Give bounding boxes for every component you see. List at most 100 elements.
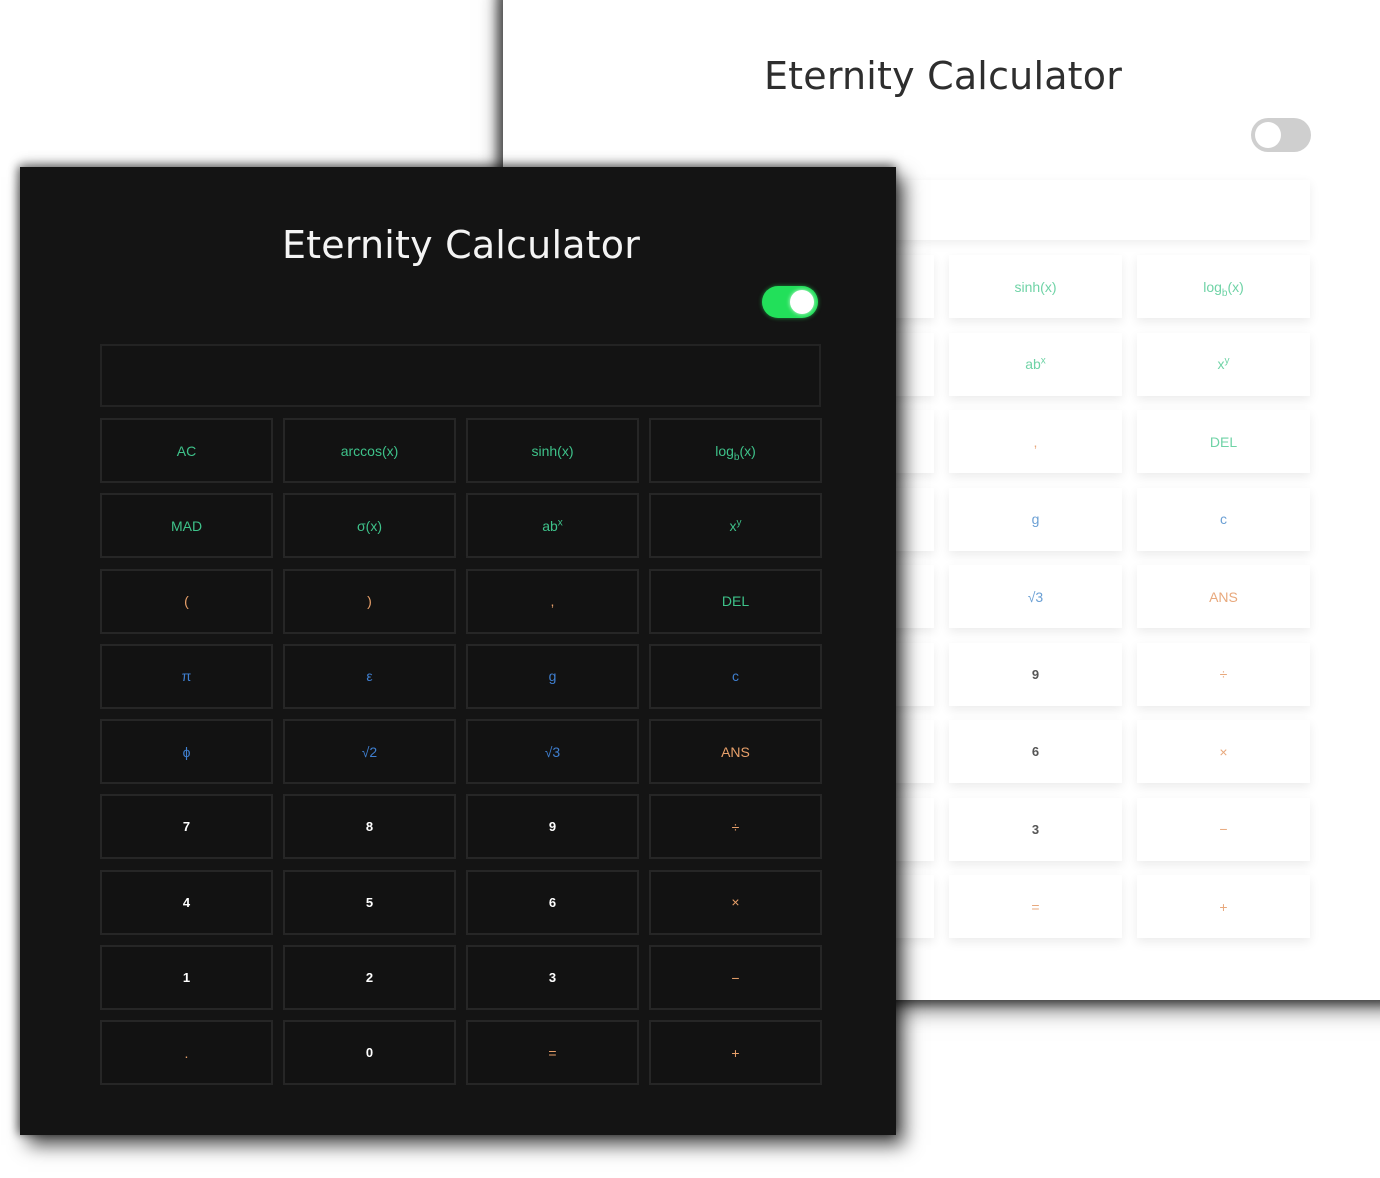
button-label: AC bbox=[176, 442, 197, 459]
close-paren-button[interactable]: ) bbox=[283, 568, 456, 634]
sqrt3-button[interactable]: √3 bbox=[466, 719, 639, 785]
label-base: log bbox=[1203, 278, 1222, 295]
button-label: σ(x) bbox=[357, 517, 382, 534]
button-label: c bbox=[732, 668, 739, 685]
label-superscript: y bbox=[1224, 355, 1230, 367]
button-label: ANS bbox=[1209, 588, 1238, 605]
button-label: , bbox=[550, 593, 555, 610]
minus-button[interactable]: − bbox=[649, 945, 822, 1011]
5-button[interactable]: 5 bbox=[283, 869, 456, 935]
ans-button[interactable]: ANS bbox=[649, 719, 822, 785]
dark-theme-toggle[interactable] bbox=[762, 286, 818, 318]
comma-button[interactable]: , bbox=[949, 410, 1122, 473]
button-label: ÷ bbox=[1219, 666, 1228, 682]
divide-button[interactable]: ÷ bbox=[649, 794, 822, 860]
label-base: x bbox=[1217, 356, 1225, 372]
button-label: = bbox=[1031, 898, 1040, 915]
ac-button[interactable]: AC bbox=[100, 418, 273, 483]
sqrt3-button[interactable]: √3 bbox=[949, 565, 1122, 628]
button-label: g bbox=[1031, 511, 1040, 527]
button-label: , bbox=[1033, 433, 1038, 450]
label-tail: (x) bbox=[739, 442, 756, 459]
button-label: c bbox=[1220, 511, 1227, 527]
equals-button[interactable]: = bbox=[949, 875, 1122, 938]
g-button[interactable]: g bbox=[949, 487, 1122, 551]
label-tail: (x) bbox=[1227, 278, 1244, 295]
pi-button[interactable]: π bbox=[100, 643, 273, 709]
button-label: √2 bbox=[361, 743, 378, 760]
abx-button[interactable]: abx bbox=[949, 332, 1122, 396]
sinh-x-button[interactable]: sinh(x) bbox=[949, 255, 1122, 318]
del-button[interactable]: DEL bbox=[649, 568, 822, 634]
button-label: ANS bbox=[721, 743, 750, 760]
multiply-button[interactable]: × bbox=[649, 869, 822, 935]
6-button[interactable]: 6 bbox=[466, 869, 639, 935]
6-button[interactable]: 6 bbox=[949, 720, 1122, 783]
decimal-button[interactable]: . bbox=[100, 1020, 273, 1086]
c-button[interactable]: c bbox=[1137, 487, 1310, 551]
plus-button[interactable]: + bbox=[1137, 875, 1310, 938]
arccos-x-button[interactable]: arccos(x) bbox=[283, 418, 456, 483]
button-label: ε bbox=[366, 668, 373, 685]
4-button[interactable]: 4 bbox=[100, 869, 273, 935]
abx-button[interactable]: abx bbox=[466, 493, 639, 559]
label-superscript: x bbox=[1040, 355, 1046, 367]
del-button[interactable]: DEL bbox=[1137, 410, 1310, 473]
button-label: 7 bbox=[182, 819, 191, 835]
dark-calculator-window: Eternity Calculator AC arccos(x) sinh(x) lo… bbox=[20, 167, 896, 1135]
light-theme-toggle[interactable] bbox=[1251, 118, 1311, 152]
2-button[interactable]: 2 bbox=[283, 945, 456, 1011]
button-label: ÷ bbox=[731, 818, 740, 835]
sigma-button[interactable]: σ(x) bbox=[283, 493, 456, 559]
button-label: ) bbox=[367, 593, 372, 610]
sinh-x-button[interactable]: sinh(x) bbox=[466, 418, 639, 483]
3-button[interactable]: 3 bbox=[466, 945, 639, 1011]
button-label: 2 bbox=[365, 970, 374, 986]
button-label: 4 bbox=[182, 894, 191, 910]
epsilon-button[interactable]: ε bbox=[283, 643, 456, 709]
g-button[interactable]: g bbox=[466, 643, 639, 709]
3-button[interactable]: 3 bbox=[949, 797, 1122, 861]
button-label: xy bbox=[1218, 356, 1230, 372]
button-label: xy bbox=[730, 518, 742, 534]
button-label: MAD bbox=[170, 517, 203, 534]
ans-button[interactable]: ANS bbox=[1137, 565, 1310, 628]
button-label: abx bbox=[1025, 356, 1046, 372]
0-button[interactable]: 0 bbox=[283, 1020, 456, 1086]
button-label: 0 bbox=[365, 1045, 374, 1061]
multiply-button[interactable]: × bbox=[1137, 720, 1310, 783]
comma-button[interactable]: , bbox=[466, 568, 639, 634]
logb-x-button[interactable]: logb(x) bbox=[1137, 255, 1310, 318]
9-button[interactable]: 9 bbox=[466, 794, 639, 860]
button-label: √3 bbox=[1027, 588, 1044, 605]
c-button[interactable]: c bbox=[649, 643, 822, 709]
7-button[interactable]: 7 bbox=[100, 794, 273, 860]
minus-button[interactable]: − bbox=[1137, 797, 1310, 861]
equals-button[interactable]: = bbox=[466, 1020, 639, 1086]
button-label: 3 bbox=[548, 970, 557, 986]
label-base: ab bbox=[542, 517, 558, 534]
phi-button[interactable]: ϕ bbox=[100, 719, 273, 785]
open-paren-button[interactable]: ( bbox=[100, 568, 273, 634]
button-label: 8 bbox=[365, 819, 374, 835]
9-button[interactable]: 9 bbox=[949, 642, 1122, 706]
dark-app-title: Eternity Calculator bbox=[281, 223, 641, 267]
divide-button[interactable]: ÷ bbox=[1137, 642, 1310, 706]
button-label: DEL bbox=[1209, 433, 1238, 450]
button-label: × bbox=[1219, 743, 1228, 760]
sqrt2-button[interactable]: √2 bbox=[283, 719, 456, 785]
button-label: π bbox=[181, 668, 192, 685]
1-button[interactable]: 1 bbox=[100, 945, 273, 1011]
plus-button[interactable]: + bbox=[649, 1020, 822, 1086]
xy-button[interactable]: xy bbox=[1137, 332, 1310, 396]
logb-x-button[interactable]: logb(x) bbox=[649, 418, 822, 483]
button-label: √3 bbox=[544, 743, 561, 760]
button-label: logb(x) bbox=[715, 442, 756, 462]
mad-button[interactable]: MAD bbox=[100, 493, 273, 559]
dark-display-field[interactable] bbox=[100, 344, 821, 407]
button-label: arccos(x) bbox=[340, 442, 399, 459]
8-button[interactable]: 8 bbox=[283, 794, 456, 860]
button-label: abx bbox=[542, 518, 563, 534]
xy-button[interactable]: xy bbox=[649, 493, 822, 559]
button-label: 6 bbox=[548, 894, 557, 910]
